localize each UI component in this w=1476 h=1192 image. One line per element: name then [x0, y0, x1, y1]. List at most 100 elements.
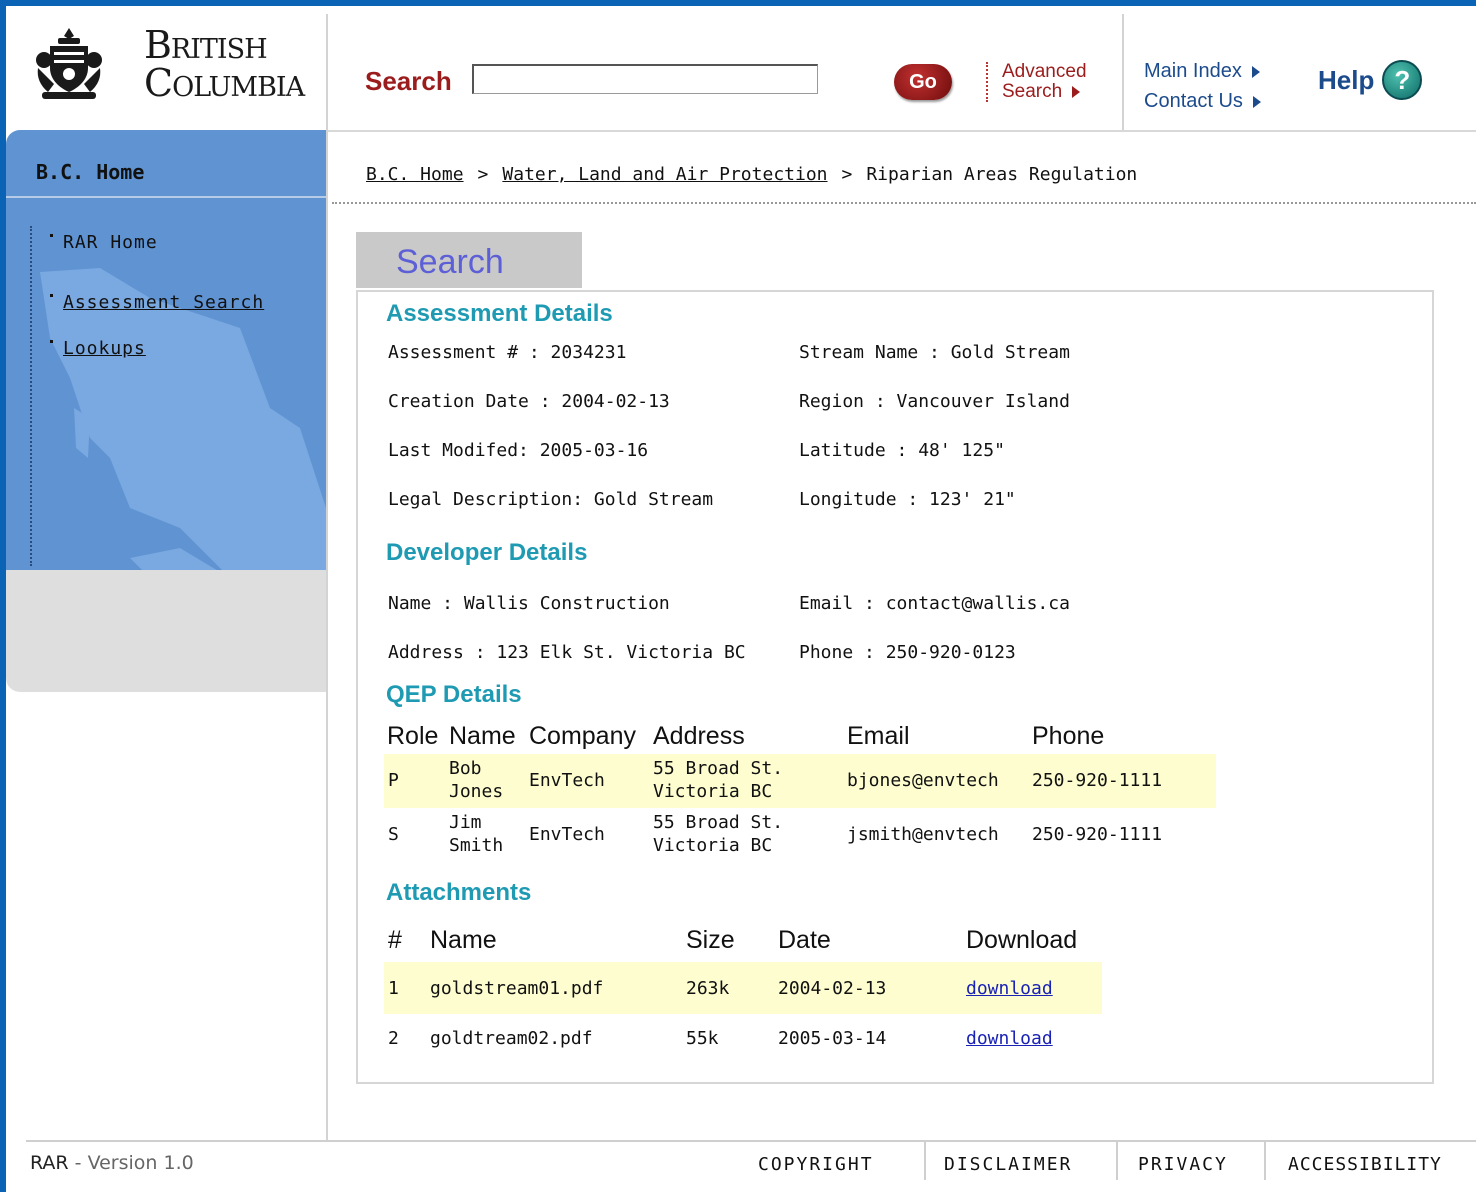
- bullet-icon: [50, 340, 53, 343]
- sidebar-footer-panel: [6, 564, 326, 692]
- assessment-number: Assessment # : 2034231: [388, 342, 627, 363]
- advanced-search-line-1: Advanced: [1002, 61, 1087, 82]
- footer-separator: [1116, 1142, 1118, 1180]
- qep-company: EnvTech: [529, 770, 605, 791]
- breadcrumb-bc-home[interactable]: B.C. Home: [366, 164, 464, 185]
- contact-us-label: Contact Us: [1144, 90, 1243, 112]
- attach-num: 1: [388, 978, 399, 999]
- qep-name: Bob Jones: [449, 757, 503, 803]
- qep-col-role: Role: [387, 722, 439, 750]
- footer-separator: [1264, 1142, 1266, 1180]
- attach-col-num: #: [388, 926, 402, 954]
- qep-last-name: Smith: [449, 835, 504, 856]
- footer-app-name: RAR: [30, 1152, 69, 1174]
- header-bottom-rule: [326, 130, 1476, 132]
- attach-num: 2: [388, 1028, 399, 1049]
- search-input[interactable]: [472, 64, 818, 94]
- sidebar-item-label: Lookups: [63, 338, 146, 359]
- creation-date: Creation Date : 2004-02-13: [388, 391, 670, 412]
- help-link[interactable]: Help ?: [1318, 60, 1423, 100]
- wordmark-line-2: Columbia: [144, 61, 305, 105]
- qep-col-name: Name: [449, 722, 516, 750]
- qep-phone: 250-920-1111: [1032, 770, 1163, 791]
- coat-of-arms-icon: [36, 28, 102, 99]
- arrow-right-icon: [1252, 95, 1261, 108]
- attach-size: 263k: [686, 978, 730, 999]
- footer-copyright-link[interactable]: COPYRIGHT: [758, 1154, 874, 1175]
- legal-description: Legal Description: Gold Stream: [388, 489, 714, 510]
- breadcrumb: B.C. Home > Water, Land and Air Protection…: [366, 164, 1137, 185]
- attach-col-download: Download: [966, 926, 1078, 954]
- region: Region : Vancouver Island: [799, 391, 1070, 412]
- footer-version: RAR - Version 1.0: [30, 1152, 194, 1174]
- qep-col-address: Address: [653, 722, 745, 750]
- main-divider: [326, 130, 328, 1142]
- footer-version-number: Version 1.0: [87, 1152, 194, 1174]
- bc-wordmark: British Columbia: [144, 26, 305, 105]
- breadcrumb-current: Riparian Areas Regulation: [866, 164, 1138, 185]
- qep-email: jsmith@envtech: [847, 824, 999, 845]
- developer-details-heading: Developer Details: [386, 539, 588, 566]
- help-icon: ?: [1382, 60, 1423, 100]
- sidebar-item-lookups[interactable]: Lookups: [50, 338, 146, 359]
- sidebar-item-assessment-search[interactable]: Assessment Search: [50, 292, 264, 313]
- qep-phone: 250-920-1111: [1032, 824, 1163, 845]
- sidebar-title[interactable]: B.C. Home: [36, 160, 144, 184]
- latitude: Latitude : 48' 125": [799, 440, 1005, 461]
- breadcrumb-wlap[interactable]: Water, Land and Air Protection: [502, 164, 827, 185]
- qep-details-heading: QEP Details: [386, 681, 522, 708]
- go-button[interactable]: Go: [894, 64, 952, 100]
- footer-accessibility-link[interactable]: ACCESSIBILITY: [1288, 1154, 1442, 1175]
- qep-address: 55 Broad St. Victoria BC: [653, 757, 783, 803]
- qep-email: bjones@envtech: [847, 770, 999, 791]
- footer-privacy-link[interactable]: PRIVACY: [1138, 1154, 1228, 1175]
- attach-name: goldtream02.pdf: [430, 1028, 593, 1049]
- footer-disclaimer-link[interactable]: DISCLAIMER: [944, 1154, 1072, 1175]
- bc-logo[interactable]: British Columbia: [36, 24, 305, 104]
- footer-dash: -: [68, 1152, 88, 1174]
- search-label: Search: [365, 66, 452, 96]
- qep-company: EnvTech: [529, 824, 605, 845]
- qep-col-company: Company: [529, 722, 636, 750]
- last-modified: Last Modifed: 2005-03-16: [388, 440, 649, 461]
- breadcrumb-separator: >: [841, 164, 853, 185]
- qep-first-name: Bob: [449, 758, 482, 779]
- sidebar-item-label: RAR Home: [63, 232, 158, 253]
- contact-us-link[interactable]: Contact Us: [1144, 86, 1261, 116]
- qep-role: S: [388, 824, 399, 845]
- qep-address-line-2: Victoria BC: [653, 835, 773, 856]
- longitude: Longitude : 123' 21": [799, 489, 1016, 510]
- download-link[interactable]: download: [966, 1027, 1053, 1050]
- download-link[interactable]: download: [966, 977, 1053, 1000]
- sidebar-item-label: Assessment Search: [63, 292, 265, 313]
- developer-name: Name : Wallis Construction: [388, 593, 670, 614]
- arrow-right-icon: [1072, 85, 1081, 98]
- qep-role: P: [388, 770, 399, 791]
- qep-address-line-1: 55 Broad St.: [653, 758, 784, 779]
- main-index-link[interactable]: Main Index: [1144, 56, 1261, 86]
- qep-col-email: Email: [847, 722, 910, 750]
- bullet-icon: [50, 234, 53, 237]
- attach-name: goldstream01.pdf: [430, 978, 604, 999]
- qep-address-line-1: 55 Broad St.: [653, 812, 784, 833]
- main-index-label: Main Index: [1144, 60, 1242, 82]
- advanced-search-link[interactable]: Advanced Search: [986, 62, 1106, 102]
- advanced-search-line-2: Search: [1002, 81, 1063, 102]
- attach-date: 2004-02-13: [778, 978, 887, 999]
- footer-rule: [26, 1140, 1476, 1142]
- attach-col-date: Date: [778, 926, 831, 954]
- top-links: Main Index Contact Us: [1144, 56, 1261, 116]
- qep-col-phone: Phone: [1032, 722, 1105, 750]
- sidebar-item-rar-home[interactable]: RAR Home: [50, 232, 158, 253]
- sidebar-dotted-rule: [30, 226, 32, 566]
- assessment-details-heading: Assessment Details: [386, 300, 613, 327]
- attach-col-size: Size: [686, 926, 735, 954]
- developer-phone: Phone : 250-920-0123: [799, 642, 1016, 663]
- breadcrumb-rule: [332, 202, 1476, 204]
- attachments-heading: Attachments: [386, 879, 532, 906]
- tab-search[interactable]: Search: [356, 232, 582, 288]
- sidebar-divider: [6, 196, 326, 198]
- developer-address: Address : 123 Elk St. Victoria BC: [388, 642, 746, 663]
- header-divider: [326, 14, 328, 130]
- page: British Columbia Search Go Advanced Sear…: [6, 6, 1476, 1192]
